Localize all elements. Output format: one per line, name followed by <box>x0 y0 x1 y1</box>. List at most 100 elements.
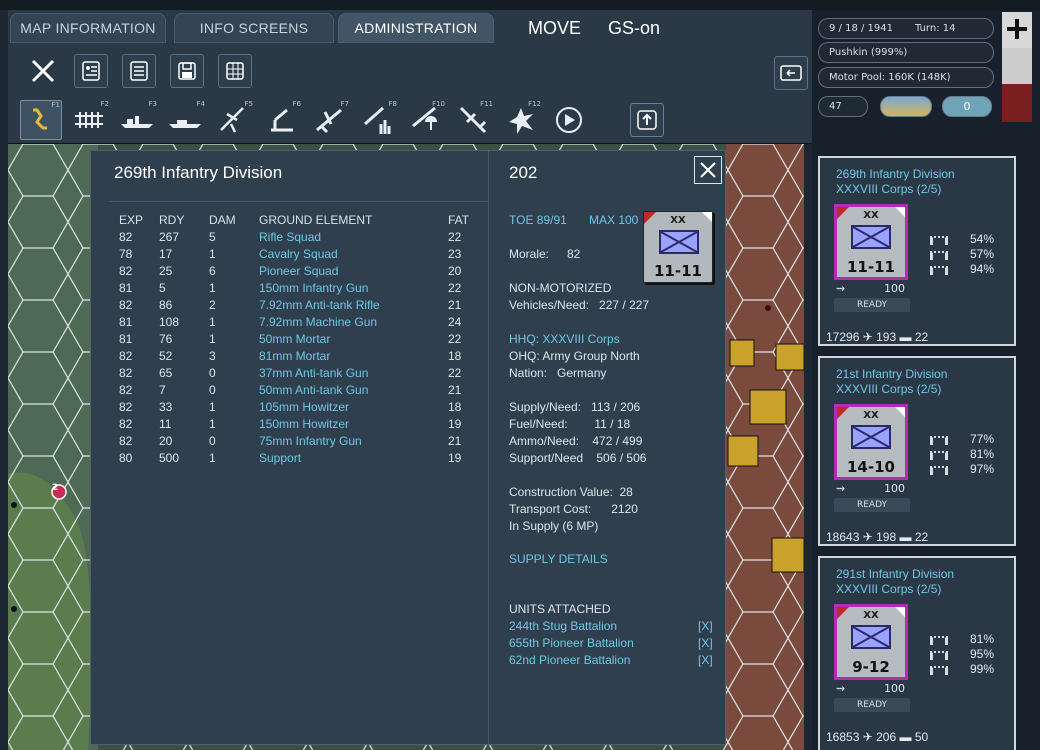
unit-card[interactable]: 291st Infantry Division XXXVIII Corps (2/… <box>818 556 1016 750</box>
unit-card-footer: 17296 ✈ 193 ▬ 22 <box>826 330 929 344</box>
unit-detail-icon[interactable] <box>74 54 108 88</box>
unit-card[interactable]: 21st Infantry Division XXXVIII Corps (2/5… <box>818 356 1016 546</box>
detach-button[interactable]: [X] <box>698 653 713 667</box>
ground-element-row[interactable]: 81 5 1 150mm Infantry Gun 22 <box>91 281 489 298</box>
element-rdy: 76 <box>159 332 173 346</box>
tab-map-information[interactable]: MAP INFORMATION <box>10 13 166 43</box>
ready-status: READY <box>834 498 910 512</box>
unit-counter[interactable]: XX 11-11 <box>643 211 713 283</box>
tank-count: 22 <box>914 330 929 344</box>
weather-icon[interactable] <box>880 96 932 117</box>
attached-unit-link[interactable]: 655th Pioneer Battalion <box>509 636 634 650</box>
element-rdy: 86 <box>159 298 173 312</box>
ground-element-row[interactable]: 82 11 1 150mm Howitzer 19 <box>91 417 489 434</box>
ground-element-row[interactable]: 82 267 5 Rifle Squad 22 <box>91 230 489 247</box>
naval-transport-icon[interactable]: F3 <box>116 100 158 140</box>
attached-unit-link[interactable]: 62nd Pioneer Battalion <box>509 653 630 667</box>
attached-unit-link[interactable]: 244th Stug Battalion <box>509 619 617 633</box>
gs-toggle-label[interactable]: GS-on <box>608 18 660 39</box>
flag-icon <box>1002 12 1032 122</box>
counter-field: 47 <box>818 96 868 117</box>
fkey-label: F12 <box>528 100 541 108</box>
readiness-icon <box>930 636 948 645</box>
save-icon[interactable] <box>170 54 204 88</box>
ground-element-row[interactable]: 82 65 0 37mm Anti-tank Gun 22 <box>91 366 489 383</box>
tab-info-screens[interactable]: INFO SCREENS <box>174 13 334 43</box>
unit-card[interactable]: 269th Infantry Division XXXVIII Corps (2/… <box>818 156 1016 346</box>
air-transfer-icon[interactable]: F11 <box>452 100 494 140</box>
list-icon[interactable] <box>122 54 156 88</box>
end-turn-icon[interactable] <box>548 100 590 140</box>
counter-strength: 11-11 <box>847 258 895 276</box>
zero-badge[interactable]: 0 <box>942 96 992 117</box>
grid-icon[interactable] <box>218 54 252 88</box>
ready-status: READY <box>834 298 910 312</box>
infantry-symbol-icon <box>659 230 699 254</box>
counter-size: XX <box>863 610 879 621</box>
element-rdy: 108 <box>159 315 180 329</box>
airdrop-icon[interactable]: F10 <box>404 100 446 140</box>
ground-element-row[interactable]: 81 76 1 50mm Mortar 22 <box>91 332 489 349</box>
element-exp: 82 <box>119 298 133 312</box>
element-exp: 82 <box>119 417 133 431</box>
ground-element-row[interactable]: 82 25 6 Pioneer Squad 20 <box>91 264 489 281</box>
unit-card-counter: XX 9-12 <box>834 604 908 680</box>
ground-attack-icon[interactable]: F7 <box>308 100 350 140</box>
hhq-link[interactable]: HHQ: XXXVIII Corps <box>509 332 620 346</box>
element-name: 75mm Infantry Gun <box>259 434 362 448</box>
element-dam: 0 <box>209 366 216 380</box>
upload-icon[interactable] <box>630 103 664 137</box>
close-icon[interactable] <box>26 54 60 88</box>
fkey-label: F8 <box>388 100 397 108</box>
artillery-icon[interactable]: F6 <box>260 100 302 140</box>
guns-count: 198 <box>876 530 897 544</box>
ground-element-row[interactable]: 82 20 0 75mm Infantry Gun 21 <box>91 434 489 451</box>
element-name: 150mm Howitzer <box>259 417 350 431</box>
element-name: 50mm Anti-tank Gun <box>259 383 369 397</box>
ground-element-row[interactable]: 81 108 1 7.92mm Machine Gun 24 <box>91 315 489 332</box>
naval-move-icon[interactable]: F4 <box>164 100 206 140</box>
explosion-icon[interactable]: F12 <box>500 100 542 140</box>
window-switch-icon[interactable] <box>774 56 808 90</box>
element-dam: 5 <box>209 230 216 244</box>
tank-count: 50 <box>914 730 929 744</box>
element-fat: 19 <box>448 451 462 465</box>
ground-element-row[interactable]: 78 17 1 Cavalry Squad 23 <box>91 247 489 264</box>
element-fat: 22 <box>448 230 462 244</box>
stat-percent: 81% <box>970 447 995 461</box>
guns-count: 193 <box>876 330 897 344</box>
detach-button[interactable]: [X] <box>698 619 713 633</box>
movement-points: 100 <box>884 282 905 295</box>
bombing-icon[interactable]: F8 <box>356 100 398 140</box>
ground-element-row[interactable]: 82 86 2 7.92mm Anti-tank Rifle 21 <box>91 298 489 315</box>
ground-element-row[interactable]: 82 52 3 81mm Mortar 18 <box>91 349 489 366</box>
element-name: 37mm Anti-tank Gun <box>259 366 369 380</box>
detach-button[interactable]: [X] <box>698 636 713 650</box>
tab-administration[interactable]: ADMINISTRATION <box>338 13 494 43</box>
element-rdy: 267 <box>159 230 180 244</box>
ground-element-row[interactable]: 82 33 1 105mm Howitzer 18 <box>91 400 489 417</box>
element-fat: 22 <box>448 366 462 380</box>
air-recon-icon[interactable]: F5 <box>212 100 254 140</box>
morale-label: Morale: <box>509 247 550 261</box>
close-dialog-button[interactable] <box>694 156 722 184</box>
infantry-symbol-icon <box>851 625 891 649</box>
ground-element-row[interactable]: 82 7 0 50mm Anti-tank Gun 21 <box>91 383 489 400</box>
move-mode-icon[interactable]: F1 <box>20 100 62 140</box>
ground-element-row[interactable]: 80 500 1 Support 19 <box>91 451 489 468</box>
counter-strength: 14-10 <box>847 458 895 476</box>
element-rdy: 500 <box>159 451 180 465</box>
element-rdy: 25 <box>159 264 173 278</box>
supply-icon <box>930 251 948 260</box>
fkey-label: F5 <box>244 100 253 108</box>
col-header-exp: EXP <box>119 213 144 227</box>
map-hex-marker[interactable]: 2 <box>52 483 58 493</box>
element-dam: 1 <box>209 315 216 329</box>
rail-icon[interactable]: F2 <box>68 100 110 140</box>
fkey-label: F10 <box>432 100 445 108</box>
supply-need: Supply/Need: 113 / 206 <box>509 400 641 414</box>
element-fat: 21 <box>448 434 462 448</box>
fkey-label: F6 <box>292 100 301 108</box>
supply-details-link[interactable]: SUPPLY DETAILS <box>509 552 608 566</box>
move-mode-label[interactable]: MOVE <box>528 18 581 39</box>
